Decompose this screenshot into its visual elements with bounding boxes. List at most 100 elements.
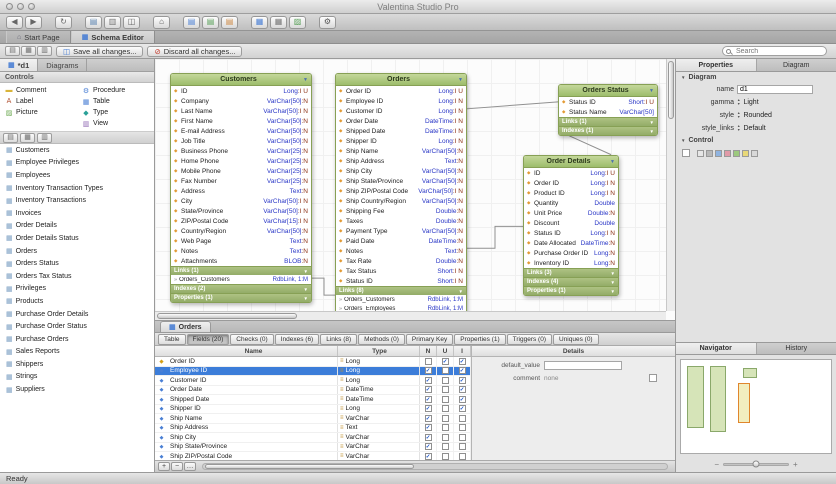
tab-methods-0[interactable]: Methods (0) xyxy=(358,333,405,345)
list-view-button-3[interactable]: ▥ xyxy=(37,132,52,143)
entity-field[interactable]: ◆ Attachments BLOB:N xyxy=(171,256,311,266)
sidebar-table-sales-reports[interactable]: ▦ Sales Reports xyxy=(0,346,154,359)
entity-field[interactable]: ◆ Tax Status Short:I N xyxy=(336,266,466,276)
field-row-ship-city[interactable]: ◆ Ship City ≡ VarChar ✓ xyxy=(155,433,471,443)
control-view[interactable]: ▥ View xyxy=(77,118,154,129)
save-all-button[interactable]: ◫ Save all changes... xyxy=(56,45,144,57)
unique-checkbox[interactable] xyxy=(441,424,449,432)
control-type[interactable]: ◆ Type xyxy=(77,107,154,118)
scrollbar-thumb[interactable] xyxy=(205,464,414,469)
entity-field[interactable]: ◆ Taxes Double:N xyxy=(336,216,466,226)
controls-section-header[interactable]: Controls xyxy=(0,72,154,83)
nullable-checkbox[interactable]: ✓ xyxy=(424,452,432,460)
entity-header[interactable]: Order Details ▼ xyxy=(524,156,618,168)
sidebar-table-invoices[interactable]: ▦ Invoices xyxy=(0,207,154,220)
scrollbar-thumb[interactable] xyxy=(668,61,674,119)
comment-edit-button[interactable] xyxy=(649,374,657,382)
tab-checks-0[interactable]: Checks (0) xyxy=(230,333,274,345)
database-orange-button[interactable]: ▤ xyxy=(221,15,238,29)
diagram-section-header[interactable]: ▼ Diagram xyxy=(676,72,836,83)
tab-d1[interactable]: ▦ *d1 xyxy=(0,59,39,71)
nullable-checkbox[interactable] xyxy=(424,357,432,365)
scrollbar-thumb[interactable] xyxy=(157,313,297,319)
grid-footer-button-3[interactable]: … xyxy=(184,462,196,471)
color-swatch-5[interactable] xyxy=(733,149,740,157)
indexed-checkbox[interactable] xyxy=(458,424,466,432)
canvas-horizontal-scrollbar[interactable] xyxy=(155,311,666,320)
indexed-checkbox[interactable]: ✓ xyxy=(458,386,466,394)
entity-section-indexes-1[interactable]: Indexes (1) ▼ xyxy=(559,126,657,135)
stepper-icon[interactable]: ▲ ▼ xyxy=(737,111,740,118)
entity-field[interactable]: ◆ ID Long:I U xyxy=(171,86,311,96)
default-value-input[interactable] xyxy=(544,361,622,370)
entity-link[interactable]: » Orders_Customers RdbLink, 1:M xyxy=(336,295,466,304)
tab-links-8[interactable]: Links (8) xyxy=(320,333,358,345)
canvas-vertical-scrollbar[interactable] xyxy=(666,59,675,311)
control-section-header[interactable]: ▼ Control xyxy=(676,135,836,146)
entity-field[interactable]: ◆ Ship Address Text:N xyxy=(336,156,466,166)
entity-field[interactable]: ◆ Web Page Text:N xyxy=(171,236,311,246)
entity-field[interactable]: ◆ Paid Date DateTime:N xyxy=(336,236,466,246)
control-procedure[interactable]: ⚙ Procedure xyxy=(77,85,154,96)
nullable-checkbox[interactable]: ✓ xyxy=(424,424,432,432)
field-row-ship-address[interactable]: ◆ Ship Address ≡ Text ✓ xyxy=(155,423,471,433)
entity-field[interactable]: ◆ Last Name VarChar[50]:I N xyxy=(171,106,311,116)
minimize-button[interactable] xyxy=(17,3,24,10)
new-document-button[interactable]: ▤ xyxy=(85,15,102,29)
entity-field[interactable]: ◆ Country/Region VarChar[50]:N xyxy=(171,226,311,236)
database-blue-button[interactable]: ▤ xyxy=(183,15,200,29)
entity-field[interactable]: ◆ Discount Double xyxy=(524,218,618,228)
entity-field[interactable]: ◆ Notes Text:N xyxy=(171,246,311,256)
unique-checkbox[interactable] xyxy=(441,376,449,384)
save-button[interactable]: ◫ xyxy=(123,15,140,29)
entity-field[interactable]: ◆ Order ID Long:I N xyxy=(524,178,618,188)
entity-field[interactable]: ◆ E-mail Address VarChar[50]:N xyxy=(171,126,311,136)
sidebar-table-order-details[interactable]: ▦ Order Details xyxy=(0,220,154,233)
entity-section-indexes-4[interactable]: Indexes (4) ▼ xyxy=(524,277,618,286)
diagram-button[interactable]: ▦ xyxy=(251,15,268,29)
field-row-order-id[interactable]: ◆ Order ID ≡ Long ✓ ✓ xyxy=(155,357,471,367)
entity-field[interactable]: ◆ ID Long:I U xyxy=(524,168,618,178)
tab-diagram[interactable]: Diagram xyxy=(757,59,836,71)
entity-field[interactable]: ◆ Company VarChar[50]:N xyxy=(171,96,311,106)
entity-field[interactable]: ◆ First Name VarChar[50]:N xyxy=(171,116,311,126)
entity-section-indexes-2[interactable]: Indexes (2) ▼ xyxy=(171,284,311,293)
unique-checkbox[interactable] xyxy=(441,452,449,460)
field-row-employee-id[interactable]: ◆ Employee ID ≡ Long ✓ ✓ xyxy=(155,366,471,376)
unique-checkbox[interactable] xyxy=(441,367,449,375)
zoom-out-icon[interactable]: − xyxy=(714,460,719,469)
entity-field[interactable]: ◆ Business Phone VarChar[25]:N xyxy=(171,146,311,156)
zoom-slider[interactable]: − + xyxy=(676,458,836,470)
entity-field[interactable]: ◆ Order ID Long:I U xyxy=(336,86,466,96)
view-mode-button-1[interactable]: ▤ xyxy=(5,46,20,56)
nullable-checkbox[interactable]: ✓ xyxy=(424,367,432,375)
indexed-checkbox[interactable]: ✓ xyxy=(458,395,466,403)
nullable-checkbox[interactable]: ✓ xyxy=(424,386,432,394)
indexed-checkbox[interactable] xyxy=(458,443,466,451)
unique-checkbox[interactable] xyxy=(441,395,449,403)
nullable-checkbox[interactable]: ✓ xyxy=(424,376,432,384)
entity-field[interactable]: ◆ Ship ZIP/Postal Code VarChar[50]:I N xyxy=(336,186,466,196)
entity-header[interactable]: Customers ▼ xyxy=(171,74,311,86)
unique-checkbox[interactable] xyxy=(441,443,449,451)
filter-icon[interactable]: ▼ xyxy=(610,159,615,165)
sidebar-table-shippers[interactable]: ▦ Shippers xyxy=(0,358,154,371)
zoom-button[interactable] xyxy=(28,3,35,10)
color-swatch-1[interactable] xyxy=(697,149,704,157)
style-value[interactable]: Rounded xyxy=(743,112,771,119)
tab-primary-key[interactable]: Primary Key xyxy=(405,333,454,345)
entity-field[interactable]: ◆ Fax Number VarChar[25]:N xyxy=(171,176,311,186)
nullable-checkbox[interactable]: ✓ xyxy=(424,433,432,441)
forward-button[interactable]: ▶ xyxy=(25,15,42,29)
color-swatch-6[interactable] xyxy=(742,149,749,157)
sidebar-table-order-details-status[interactable]: ▦ Order Details Status xyxy=(0,232,154,245)
grid-horizontal-scrollbar[interactable] xyxy=(202,463,668,470)
entity-customers[interactable]: Customers ▼ ◆ ID Long:I U ◆ Company VarChar[50]… xyxy=(170,73,312,303)
sidebar-table-strings[interactable]: ▦ Strings xyxy=(0,371,154,384)
stepper-icon[interactable]: ▲ ▼ xyxy=(737,98,740,105)
entity-field[interactable]: ◆ Product ID Long:I N xyxy=(524,188,618,198)
unique-checkbox[interactable] xyxy=(441,414,449,422)
tab-properties[interactable]: Properties xyxy=(676,59,757,71)
table-button[interactable]: ▦ xyxy=(270,15,287,29)
nullable-checkbox[interactable]: ✓ xyxy=(424,405,432,413)
